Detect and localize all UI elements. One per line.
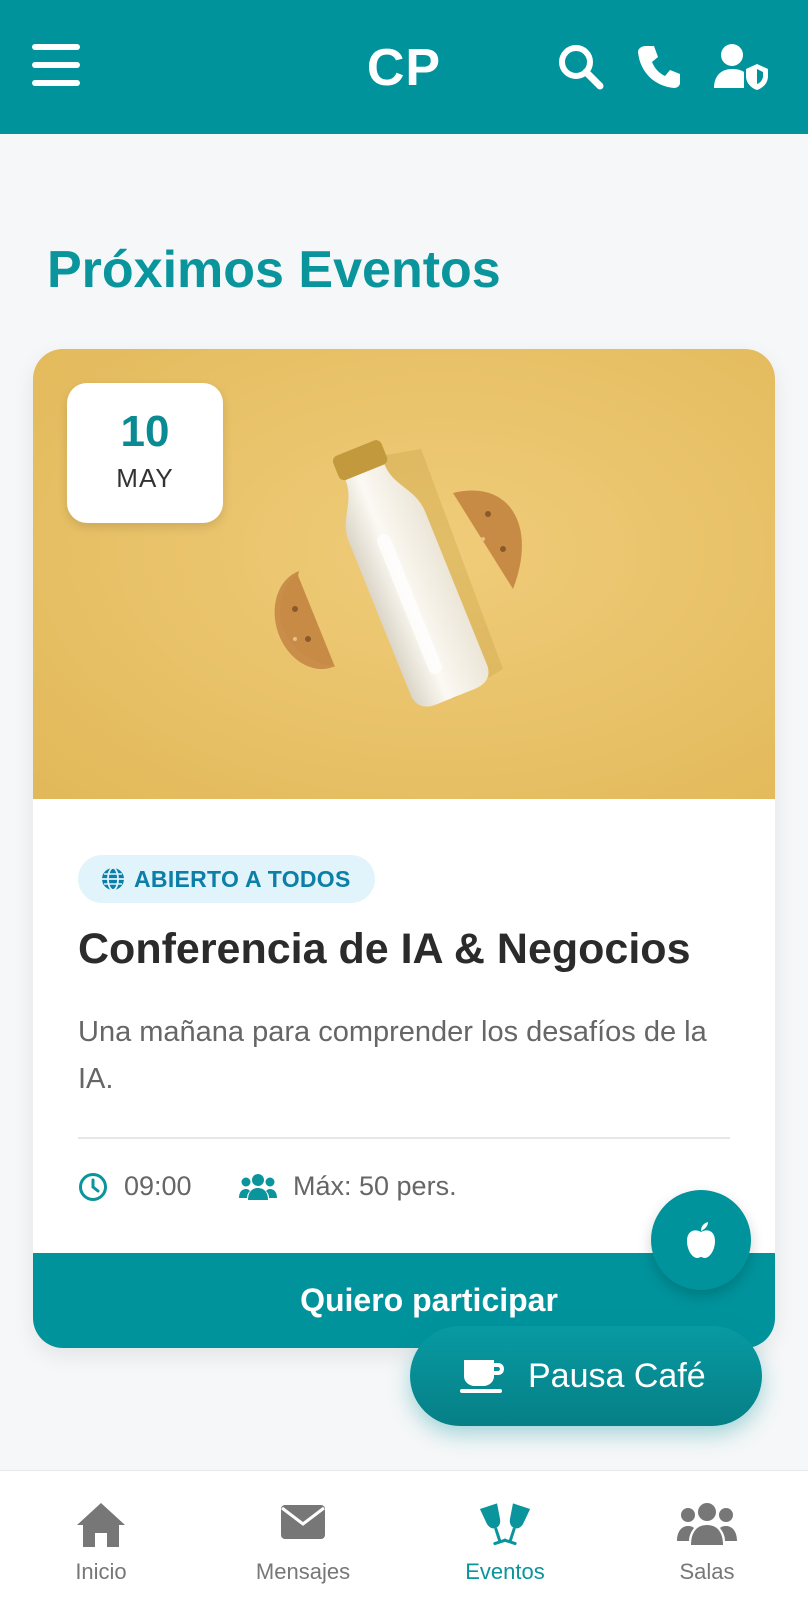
coffee-cup-icon xyxy=(460,1360,504,1393)
page-title: Próximos Eventos xyxy=(47,241,501,299)
access-tag-label: ABIERTO A TODOS xyxy=(134,865,351,892)
home-icon xyxy=(77,1503,125,1547)
coffee-break-label: Pausa Café xyxy=(528,1356,706,1395)
nav-label: Mensajes xyxy=(255,1559,351,1584)
event-time: 09:00 xyxy=(78,1171,192,1202)
nav-item-eventos[interactable]: Eventos xyxy=(404,1471,606,1600)
envelope-icon xyxy=(281,1505,325,1539)
nav-label: Salas xyxy=(679,1559,735,1584)
card-divider xyxy=(78,1137,730,1139)
nav-label: Eventos xyxy=(465,1559,545,1584)
nav-item-mensajes[interactable]: Mensajes xyxy=(202,1471,404,1600)
nav-item-salas[interactable]: Salas xyxy=(606,1471,808,1600)
bottom-navigation: Inicio Mensajes Eventos Salas xyxy=(0,1470,808,1600)
nav-label: Inicio xyxy=(75,1559,127,1584)
app-brand: CP xyxy=(366,39,442,97)
app-header: CP xyxy=(0,0,808,134)
phone-icon[interactable] xyxy=(634,42,684,92)
users-icon xyxy=(239,1173,277,1200)
apple-icon xyxy=(687,1222,715,1258)
event-description: Una mañana para comprender los desafíos … xyxy=(78,1016,707,1095)
event-date-badge: 10 MAY xyxy=(67,383,223,523)
user-shield-icon[interactable] xyxy=(712,42,770,92)
nav-item-inicio[interactable]: Inicio xyxy=(0,1471,202,1600)
users-icon xyxy=(677,1503,737,1545)
globe-icon xyxy=(102,867,124,891)
event-card[interactable]: 10 MAY ABIERTO A TODOS Conferencia de IA… xyxy=(33,349,775,1348)
access-tag: ABIERTO A TODOS xyxy=(78,855,375,903)
event-capacity-label: Máx: 50 pers. xyxy=(293,1171,457,1201)
apple-fab-button[interactable] xyxy=(651,1190,751,1290)
event-date-month: MAY xyxy=(116,463,174,493)
event-title: Conferencia de IA & Negocios xyxy=(78,925,691,973)
event-time-label: 09:00 xyxy=(124,1171,192,1201)
search-icon[interactable] xyxy=(556,42,606,92)
event-date-day: 10 xyxy=(120,407,170,456)
event-capacity: Máx: 50 pers. xyxy=(239,1171,457,1202)
glasses-cheers-icon xyxy=(479,1503,531,1546)
coffee-break-button[interactable]: Pausa Café xyxy=(410,1326,762,1426)
clock-icon xyxy=(79,1172,107,1201)
